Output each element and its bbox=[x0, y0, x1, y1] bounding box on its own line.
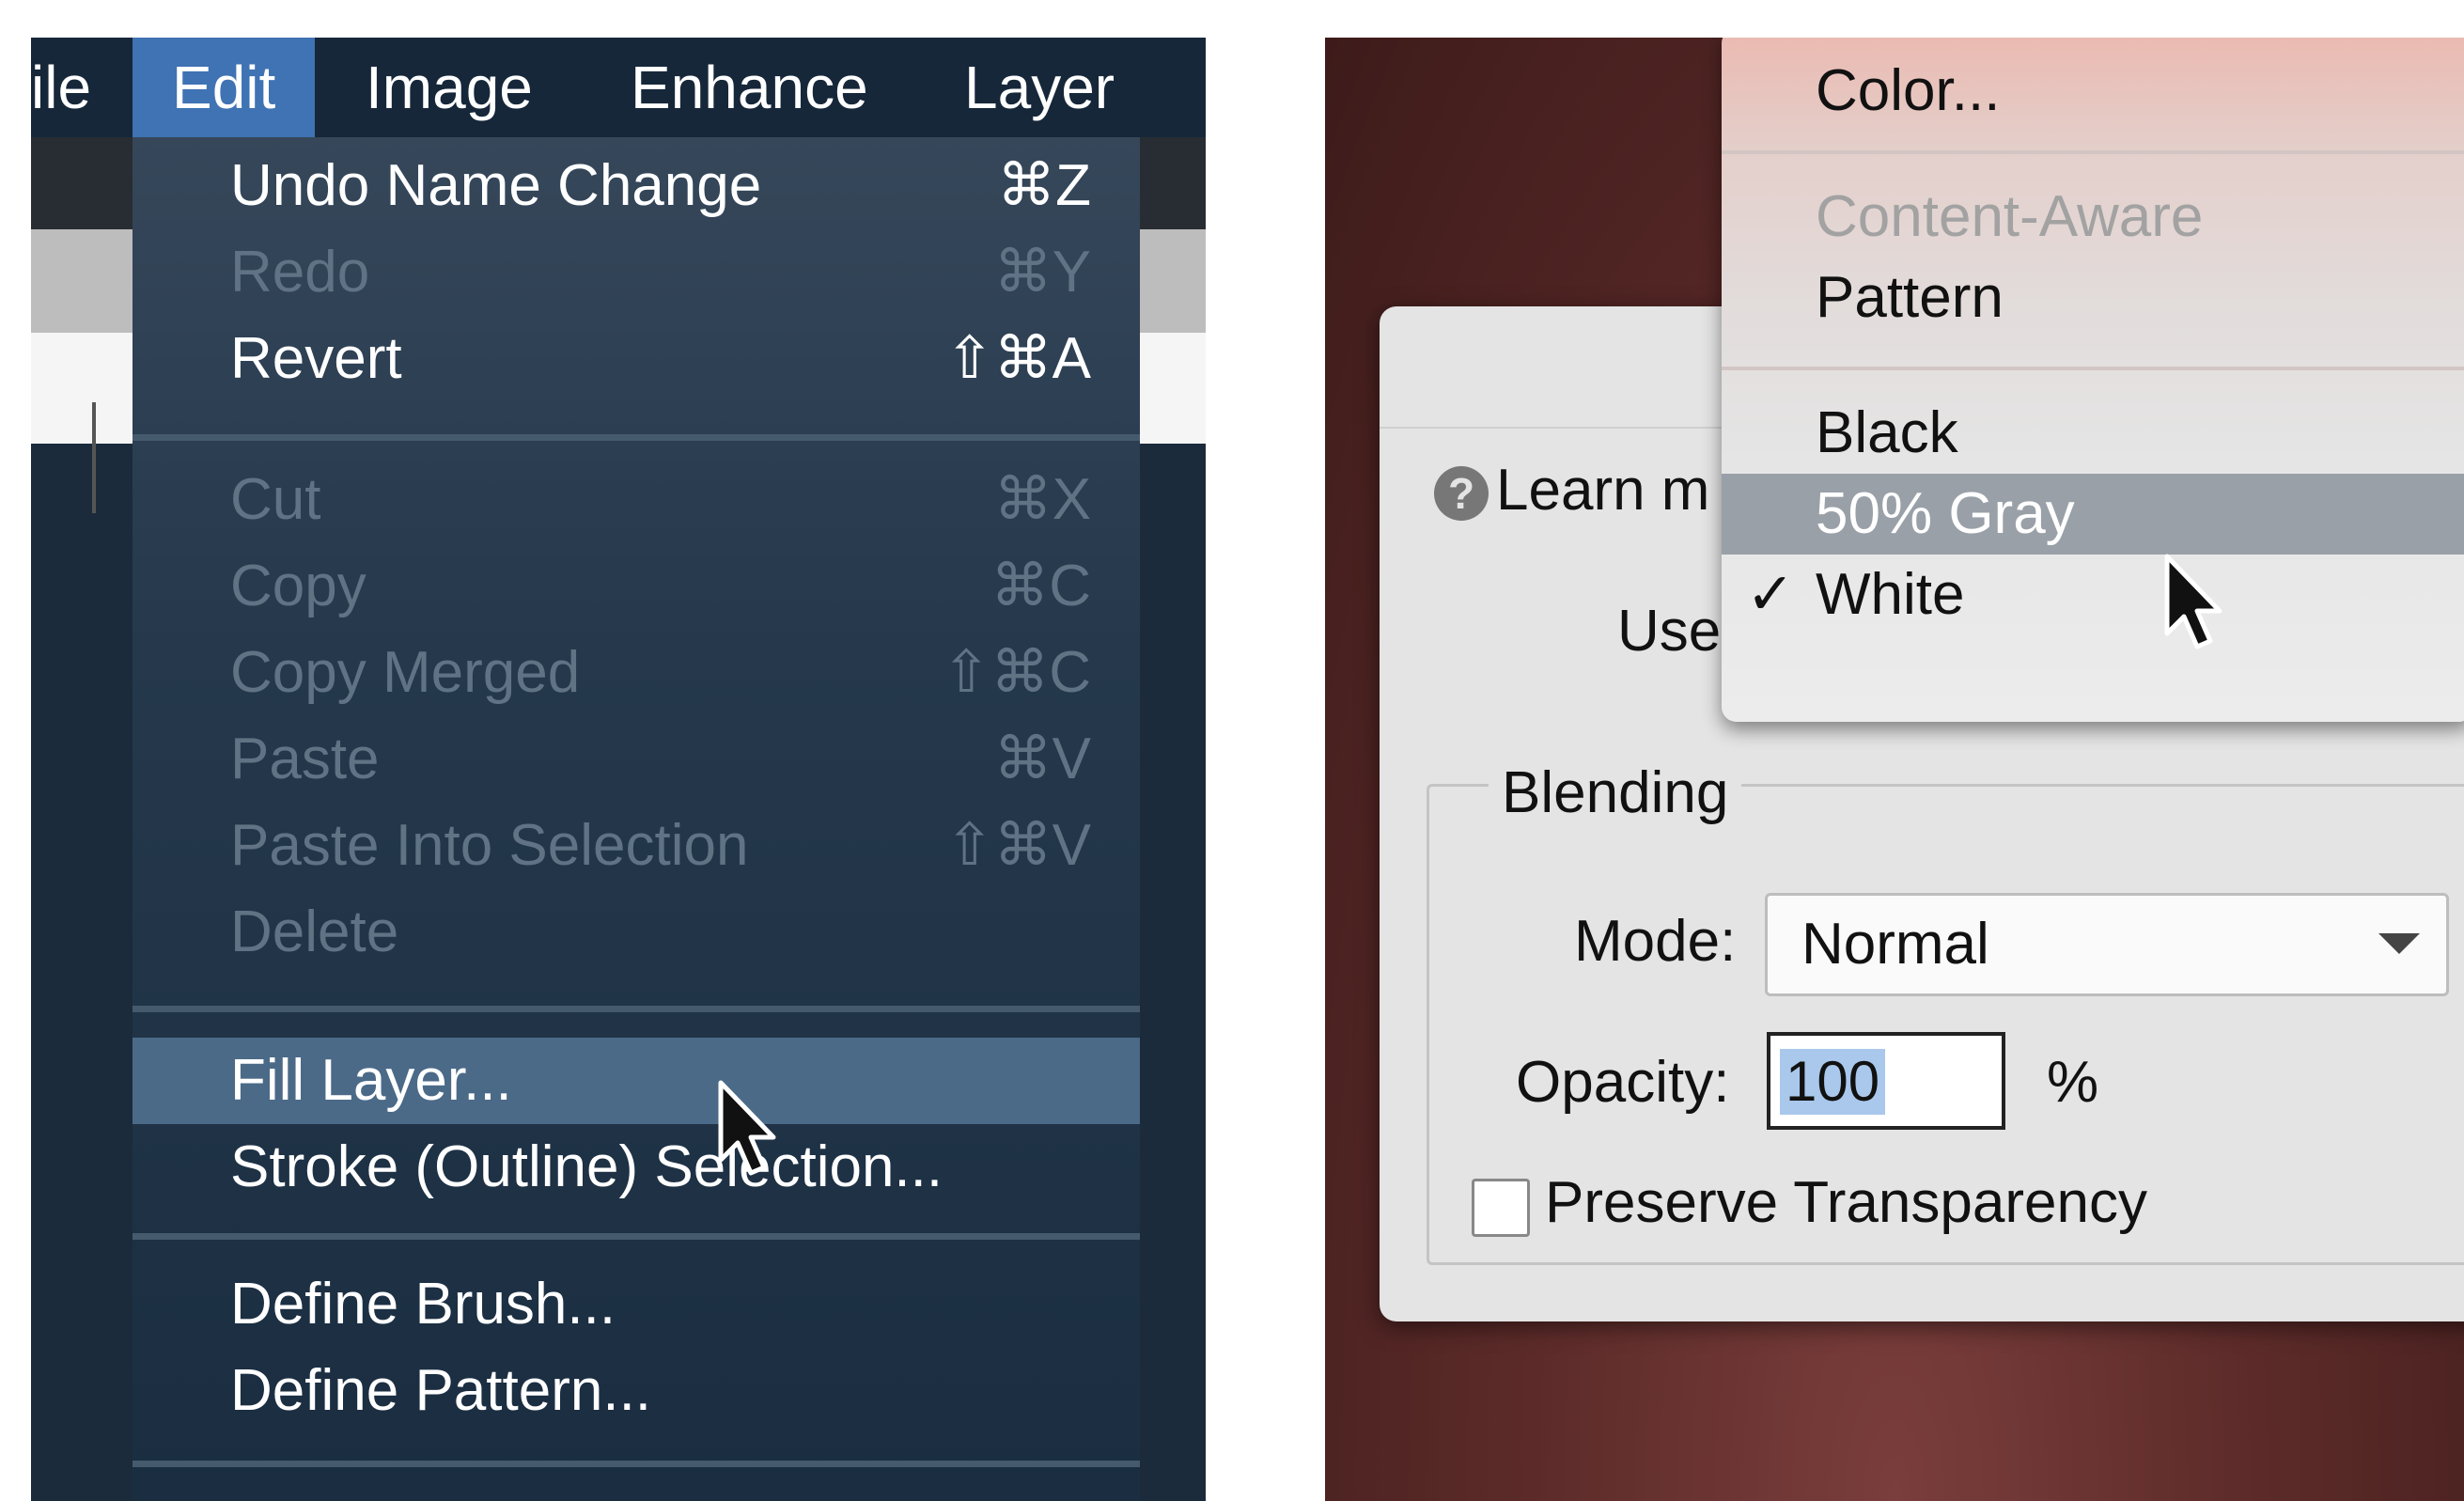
use-option-pattern[interactable]: Pattern bbox=[1722, 258, 2464, 338]
popup-separator bbox=[1722, 150, 2464, 154]
menu-item-label: Redo bbox=[230, 240, 370, 305]
blending-legend: Blending bbox=[1489, 759, 1742, 826]
menu-item-shortcut: ⇧⌘V bbox=[944, 813, 1091, 878]
use-option-label: Content-Aware bbox=[1816, 184, 2204, 249]
menu-file[interactable]: ile bbox=[31, 38, 91, 137]
menu-item-cut[interactable]: Cut ⌘X bbox=[133, 457, 1140, 543]
use-option-color[interactable]: Color... bbox=[1722, 51, 2464, 132]
menu-item-delete[interactable]: Delete bbox=[133, 889, 1140, 976]
menu-item-undo-name-change[interactable]: Undo Name Change ⌘Z bbox=[133, 143, 1140, 229]
menu-image[interactable]: Image bbox=[366, 38, 533, 137]
use-option-content-aware[interactable]: Content-Aware bbox=[1722, 177, 2464, 258]
menu-item-label: Undo Name Change bbox=[230, 153, 762, 218]
menu-item-label: Define Brush... bbox=[230, 1272, 616, 1337]
checkmark-icon: ✓ bbox=[1746, 562, 1795, 627]
opacity-label: Opacity: bbox=[1516, 1050, 1730, 1115]
menu-item-define-brush[interactable]: Define Brush... bbox=[133, 1261, 1140, 1348]
opacity-unit: % bbox=[2047, 1050, 2099, 1115]
menu-layer[interactable]: Layer bbox=[964, 38, 1115, 137]
background-divider bbox=[92, 402, 96, 513]
use-option-white[interactable]: ✓ White bbox=[1722, 555, 2464, 635]
menu-item-define-pattern[interactable]: Define Pattern... bbox=[133, 1348, 1140, 1434]
menu-item-shortcut: ⌘Y bbox=[993, 240, 1091, 305]
menu-item-label: Paste Into Selection bbox=[230, 813, 749, 878]
menu-item-label: Cut bbox=[230, 467, 321, 532]
edit-menu-dropdown: Undo Name Change ⌘Z Redo ⌘Y Revert ⇧⌘A C… bbox=[133, 137, 1140, 1501]
menu-separator bbox=[133, 434, 1140, 441]
learn-more-link[interactable]: Learn m bbox=[1496, 457, 1709, 524]
mode-select-value: Normal bbox=[1801, 912, 1989, 977]
use-option-label: Pattern bbox=[1816, 265, 2004, 330]
menu-item-shortcut: ⌘V bbox=[993, 727, 1091, 791]
menu-item-shortcut: ⌘Z bbox=[997, 153, 1091, 218]
opacity-input-value: 100 bbox=[1780, 1049, 1886, 1115]
menu-separator bbox=[133, 1461, 1140, 1467]
menu-item-label: Delete bbox=[230, 899, 399, 964]
use-label: Use bbox=[1617, 599, 1722, 664]
menu-item-fill-layer[interactable]: Fill Layer... bbox=[133, 1038, 1140, 1124]
mode-label: Mode: bbox=[1574, 909, 1737, 974]
fill-dialog-screenshot: ? Learn m Use Blending Mode: Normal Opac… bbox=[1325, 38, 2464, 1501]
menu-item-label: Stroke (Outline) Selection... bbox=[230, 1134, 943, 1199]
use-option-label: Color... bbox=[1816, 58, 2001, 123]
menu-item-paste[interactable]: Paste ⌘V bbox=[133, 716, 1140, 803]
mode-select[interactable]: Normal bbox=[1765, 893, 2449, 996]
menu-item-copy-merged[interactable]: Copy Merged ⇧⌘C bbox=[133, 630, 1140, 716]
mouse-pointer-icon bbox=[2164, 554, 2222, 649]
use-option-label: 50% Gray bbox=[1816, 481, 2075, 546]
use-dropdown-popup: Color... Content-Aware Pattern Black 50%… bbox=[1722, 38, 2464, 722]
menu-item-label: Copy Merged bbox=[230, 640, 581, 705]
menu-item-stroke-outline-selection[interactable]: Stroke (Outline) Selection... bbox=[133, 1124, 1140, 1211]
menu-item-shortcut: ⇧⌘A bbox=[944, 326, 1091, 391]
opacity-input[interactable]: 100 bbox=[1767, 1032, 2005, 1130]
chevron-down-icon bbox=[2378, 933, 2420, 954]
help-icon[interactable]: ? bbox=[1434, 466, 1489, 521]
menu-item-redo[interactable]: Redo ⌘Y bbox=[133, 229, 1140, 316]
menu-item-shortcut: ⌘X bbox=[993, 467, 1091, 532]
menu-enhance[interactable]: Enhance bbox=[631, 38, 868, 137]
edit-menu-screenshot: ile Edit Image Enhance Layer Undo Name C… bbox=[31, 38, 1206, 1501]
use-option-label: Black bbox=[1816, 400, 1958, 465]
menu-item-label: Revert bbox=[230, 326, 402, 391]
use-option-50-gray[interactable]: 50% Gray bbox=[1722, 474, 2464, 555]
mouse-pointer-icon bbox=[718, 1080, 776, 1176]
use-option-label: White bbox=[1816, 562, 1965, 627]
menu-item-shortcut: ⇧⌘C bbox=[942, 640, 1091, 705]
menu-separator bbox=[133, 1006, 1140, 1012]
menu-edit[interactable]: Edit bbox=[133, 38, 316, 137]
menu-item-revert[interactable]: Revert ⇧⌘A bbox=[133, 316, 1140, 402]
menu-item-shortcut: ⌘C bbox=[990, 554, 1091, 618]
menu-item-label: Paste bbox=[230, 727, 380, 791]
menu-item-label: Define Pattern... bbox=[230, 1358, 652, 1423]
use-option-black[interactable]: Black bbox=[1722, 393, 2464, 474]
preserve-transparency-label[interactable]: Preserve Transparency bbox=[1545, 1169, 2147, 1236]
menu-separator bbox=[133, 1233, 1140, 1240]
preserve-transparency-checkbox[interactable] bbox=[1472, 1179, 1530, 1237]
menu-item-label: Copy bbox=[230, 554, 366, 618]
menu-item-paste-into-selection[interactable]: Paste Into Selection ⇧⌘V bbox=[133, 803, 1140, 889]
menu-item-label: Fill Layer... bbox=[230, 1048, 512, 1113]
popup-separator bbox=[1722, 367, 2464, 370]
menu-item-copy[interactable]: Copy ⌘C bbox=[133, 543, 1140, 630]
menu-bar: ile Edit Image Enhance Layer bbox=[31, 38, 1206, 137]
